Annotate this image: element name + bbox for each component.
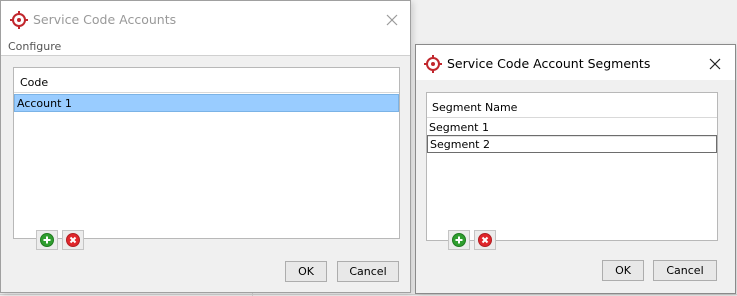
dialog-title: Service Code Account Segments [447, 56, 651, 71]
remove-button[interactable] [62, 230, 84, 250]
title-bar: Service Code Account Segments [416, 45, 735, 81]
close-icon[interactable] [708, 57, 722, 71]
row-label: Segment 2 [430, 138, 490, 151]
cancel-button[interactable]: Cancel [653, 260, 717, 281]
remove-button[interactable] [474, 230, 496, 250]
target-icon [10, 11, 28, 29]
column-header-label: Segment Name [432, 101, 518, 114]
codes-table: Code Account 1 [13, 67, 400, 239]
close-icon[interactable] [385, 13, 399, 27]
add-button[interactable] [36, 230, 58, 250]
service-code-account-segments-dialog: Service Code Account Segments Segment Na… [415, 44, 736, 294]
dialog-body: Segment Name Segment 1 Segment 2 OK Canc… [416, 80, 735, 293]
dialog-title: Service Code Accounts [33, 12, 177, 27]
title-bar: Service Code Accounts [1, 1, 410, 37]
column-header-segment-name[interactable]: Segment Name [427, 93, 717, 118]
add-button[interactable] [448, 230, 470, 250]
segments-table: Segment Name Segment 1 Segment 2 [426, 92, 718, 241]
add-icon [40, 233, 54, 247]
remove-icon [66, 233, 80, 247]
configure-label: Configure [8, 40, 62, 53]
add-icon [452, 233, 466, 247]
remove-icon [478, 233, 492, 247]
ok-button[interactable]: OK [602, 260, 644, 281]
ok-button[interactable]: OK [285, 261, 327, 282]
cancel-button[interactable]: Cancel [337, 261, 399, 282]
background-divider [0, 294, 737, 295]
column-header-label: Code [20, 76, 49, 89]
dialog-body: Code Account 1 OK Cancel [1, 56, 410, 292]
table-row[interactable]: Segment 2 [427, 135, 717, 153]
target-icon [424, 55, 442, 73]
table-row[interactable]: Account 1 [14, 94, 399, 112]
column-header-code[interactable]: Code [14, 68, 399, 93]
service-code-accounts-dialog: Service Code Accounts Configure Code Acc… [0, 0, 411, 293]
row-label: Segment 1 [429, 121, 489, 134]
row-label: Account 1 [17, 97, 72, 110]
